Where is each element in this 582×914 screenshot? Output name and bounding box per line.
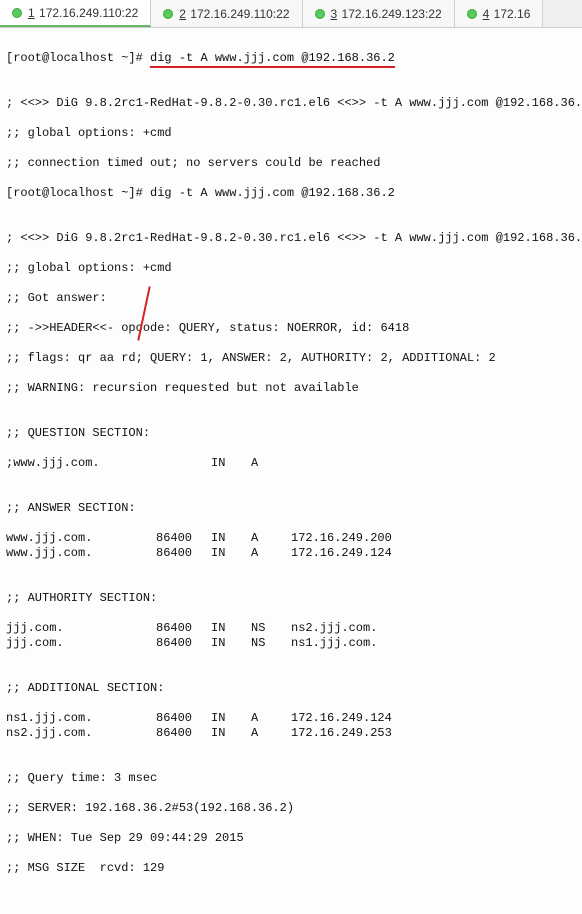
tab-num: 2 (179, 7, 186, 21)
section-header: ;; ANSWER SECTION: (6, 501, 576, 516)
output-line: ; <<>> DiG 9.8.2rc1-RedHat-9.8.2-0.30.rc… (6, 96, 576, 111)
output-line: ;; MSG SIZE rcvd: 129 (6, 861, 576, 876)
output-line: ;; Got answer: (6, 291, 576, 306)
additional-section: ns1.jjj.com.86400INA172.16.249.124 ns2.j… (6, 711, 406, 741)
tab-2[interactable]: 2 172.16.249.110:22 (151, 0, 302, 27)
section-header: ;; AUTHORITY SECTION: (6, 591, 576, 606)
dns-row: ns2.jjj.com.86400INA172.16.249.253 (6, 726, 406, 741)
authority-section: jjj.com.86400INNSns2.jjj.com. jjj.com.86… (6, 621, 391, 651)
question-section: ;www.jjj.com.INA (6, 456, 305, 471)
tab-label: 172.16.249.110:22 (190, 7, 289, 21)
output-line: ;; SERVER: 192.168.36.2#53(192.168.36.2) (6, 801, 576, 816)
status-dot-icon (315, 9, 325, 19)
output-line: ;; ->>HEADER<<- opcode: QUERY, status: N… (6, 321, 576, 336)
terminal-output[interactable]: [root@localhost ~]# dig -t A www.jjj.com… (0, 28, 582, 914)
tab-num: 3 (331, 7, 338, 21)
output-line: ;; global options: +cmd (6, 261, 576, 276)
dns-row: www.jjj.com.86400INA172.16.249.200 (6, 531, 406, 546)
output-line: [root@localhost ~]# dig -t A www.jjj.com… (6, 186, 576, 201)
tab-num: 1 (28, 6, 35, 20)
output-line: ;; WHEN: Tue Sep 29 09:44:29 2015 (6, 831, 576, 846)
tab-4[interactable]: 4 172.16 (455, 0, 544, 27)
tab-1[interactable]: 1 172.16.249.110:22 (0, 0, 151, 27)
output-line: ;; connection timed out; no servers coul… (6, 156, 576, 171)
tab-num: 4 (483, 7, 490, 21)
tab-label: 172.16 (494, 7, 531, 21)
output-line: ; <<>> DiG 9.8.2rc1-RedHat-9.8.2-0.30.rc… (6, 231, 576, 246)
output-line: ;; global options: +cmd (6, 126, 576, 141)
output-line: ;; Query time: 3 msec (6, 771, 576, 786)
dns-row: ns1.jjj.com.86400INA172.16.249.124 (6, 711, 406, 726)
tab-label: 172.16.249.123:22 (342, 7, 442, 21)
dns-row: jjj.com.86400INNSns1.jjj.com. (6, 636, 391, 651)
status-dot-icon (12, 8, 22, 18)
status-dot-icon (163, 9, 173, 19)
shell-prompt: [root@localhost ~]# (6, 51, 150, 65)
output-line: ;; flags: qr aa rd; QUERY: 1, ANSWER: 2,… (6, 351, 576, 366)
tab-3[interactable]: 3 172.16.249.123:22 (303, 0, 455, 27)
dns-row: jjj.com.86400INNSns2.jjj.com. (6, 621, 391, 636)
section-header: ;; ADDITIONAL SECTION: (6, 681, 576, 696)
tab-label: 172.16.249.110:22 (39, 6, 138, 20)
dns-row: ;www.jjj.com.INA (6, 456, 305, 471)
section-header: ;; QUESTION SECTION: (6, 426, 576, 441)
tab-bar: 1 172.16.249.110:22 2 172.16.249.110:22 … (0, 0, 582, 28)
dns-row: www.jjj.com.86400INA172.16.249.124 (6, 546, 406, 561)
answer-section: www.jjj.com.86400INA172.16.249.200 www.j… (6, 531, 406, 561)
status-dot-icon (467, 9, 477, 19)
output-line: ;; WARNING: recursion requested but not … (6, 381, 576, 396)
command-text: dig -t A www.jjj.com @192.168.36.2 (150, 51, 395, 66)
annotation-underline (150, 66, 395, 68)
